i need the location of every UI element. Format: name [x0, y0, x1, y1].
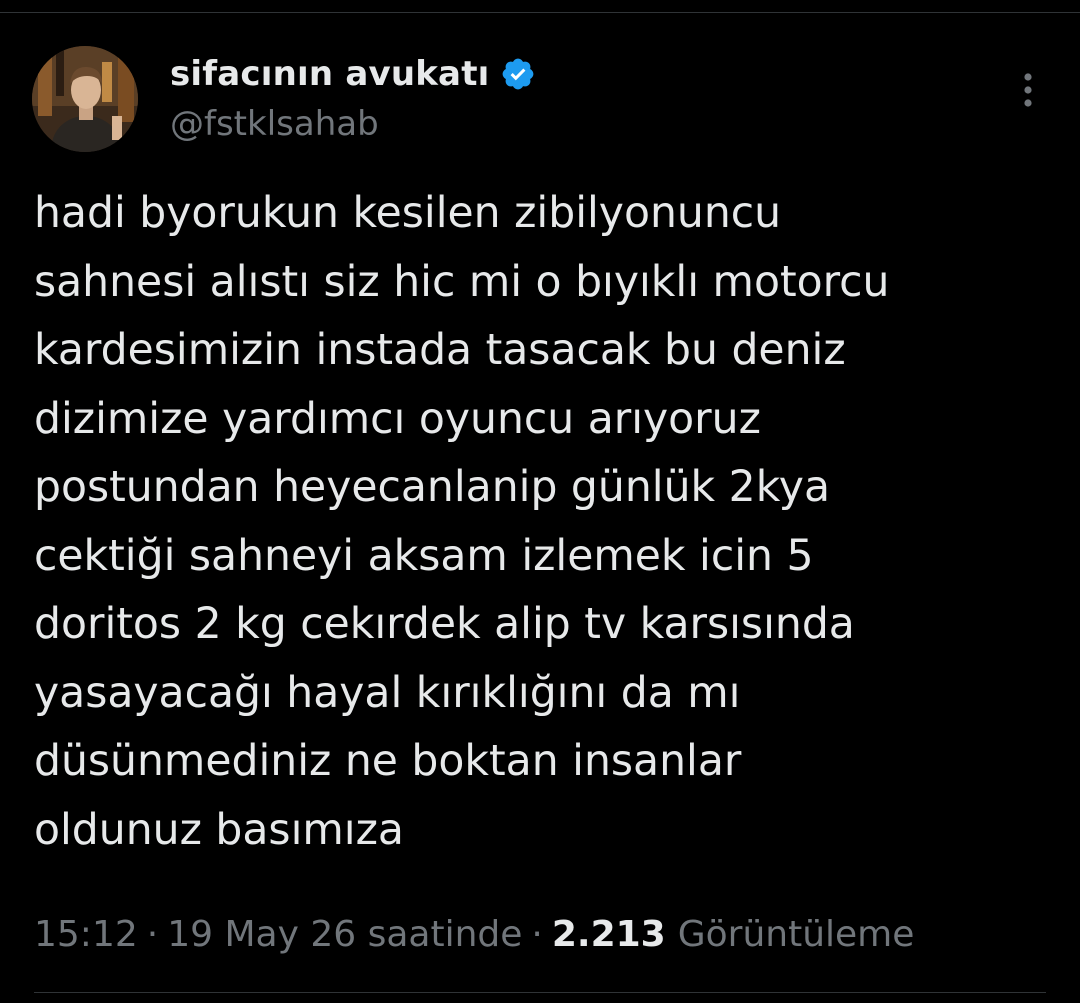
tweet-meta: 15:12 · 19 May 26 saatinde · 2.213 Görün…: [34, 908, 914, 960]
tweet-date[interactable]: 19 May 26 saatinde: [167, 914, 522, 955]
meta-separator: ·: [531, 913, 543, 955]
author-name-row: sifacının avukatı: [170, 52, 536, 96]
author-handle[interactable]: @fstklsahab: [170, 104, 379, 144]
more-options-button[interactable]: [1008, 68, 1048, 112]
verified-badge-icon[interactable]: [500, 56, 536, 92]
author-display-name[interactable]: sifacının avukatı: [170, 54, 490, 94]
tweet-text: hadi byorukun kesilen zibilyonuncu sahne…: [34, 189, 890, 855]
top-divider: [0, 12, 1080, 13]
views-label: Görüntüleme: [677, 913, 915, 955]
views-count: 2.213: [551, 913, 666, 955]
more-options-icon: [1024, 73, 1032, 107]
meta-separator: ·: [146, 913, 159, 955]
tweet-detail-view: sifacının avukatı @fstklsahab hadi byoru…: [0, 0, 1080, 1003]
author-avatar[interactable]: [32, 46, 138, 152]
profile-photo: [32, 46, 138, 152]
tweet-time[interactable]: 15:12: [34, 914, 138, 955]
bottom-divider: [34, 992, 1046, 993]
